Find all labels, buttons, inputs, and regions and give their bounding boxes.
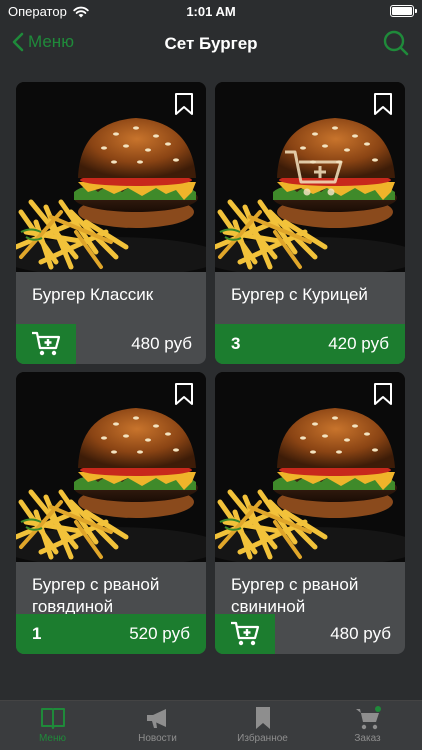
product-footer: 1 520 руб xyxy=(16,614,206,654)
tab-label: Избранное xyxy=(237,733,288,744)
tab-label: Меню xyxy=(38,733,67,744)
cart-quantity-bar[interactable]: 1 520 руб xyxy=(16,614,206,654)
tab-menu[interactable]: Меню xyxy=(0,705,105,749)
cart-icon xyxy=(355,706,381,730)
status-bar: Оператор 1:01 AM xyxy=(0,0,422,24)
product-grid: Бургер Классик 480 руб Бургер с Курицей … xyxy=(16,82,406,674)
product-name: Бургер с Курицей xyxy=(231,285,368,304)
tab-bar: Меню Новости Избранное Заказ xyxy=(0,700,422,750)
product-card[interactable]: Бургер с рваной свининой 480 руб xyxy=(215,372,405,654)
add-to-cart-button[interactable] xyxy=(215,614,275,654)
cart-quantity-bar[interactable]: 3 420 руб xyxy=(215,324,405,364)
nav-bar: Меню Сет Бургер xyxy=(0,24,422,66)
tab-label: Новости xyxy=(138,733,177,744)
cart-badge-dot xyxy=(374,706,381,712)
search-icon[interactable] xyxy=(382,29,410,57)
product-name: Бургер с рваной говядиной xyxy=(32,575,160,616)
product-price: 480 руб xyxy=(131,334,192,353)
product-name: Бургер с рваной свининой xyxy=(231,575,359,616)
page-title: Сет Бургер xyxy=(164,34,258,53)
bookmark-icon[interactable] xyxy=(174,92,194,116)
cart-quantity: 1 xyxy=(32,624,42,643)
product-card[interactable]: Бургер с Курицей 3 420 руб xyxy=(215,82,405,364)
add-to-cart-button[interactable] xyxy=(16,324,76,364)
status-time: 1:01 AM xyxy=(186,4,236,19)
product-card[interactable]: Бургер с рваной говядиной 1 520 руб xyxy=(16,372,206,654)
tab-order[interactable]: Заказ xyxy=(315,705,420,749)
product-footer: 480 руб xyxy=(215,614,405,654)
product-price: 480 руб xyxy=(330,624,391,643)
cart-quantity: 3 xyxy=(231,334,241,353)
battery-icon xyxy=(390,5,417,17)
bookmark-icon xyxy=(255,707,270,729)
tab-favorites[interactable]: Избранное xyxy=(210,705,315,749)
cart-plus-icon xyxy=(32,331,61,356)
megaphone-icon xyxy=(146,709,166,728)
product-footer: 480 руб xyxy=(16,324,206,364)
tab-label: Заказ xyxy=(354,733,381,744)
bookmark-icon[interactable] xyxy=(373,382,393,406)
product-card[interactable]: Бургер Классик 480 руб xyxy=(16,82,206,364)
product-price: 520 руб xyxy=(129,624,190,643)
product-footer: 3 420 руб xyxy=(215,324,405,364)
bookmark-icon[interactable] xyxy=(174,382,194,406)
tab-news[interactable]: Новости xyxy=(105,705,210,749)
bookmark-icon[interactable] xyxy=(373,92,393,116)
product-name: Бургер Классик xyxy=(32,285,154,304)
cart-plus-icon xyxy=(231,621,260,646)
product-price: 420 руб xyxy=(328,334,389,353)
book-icon xyxy=(40,708,65,729)
